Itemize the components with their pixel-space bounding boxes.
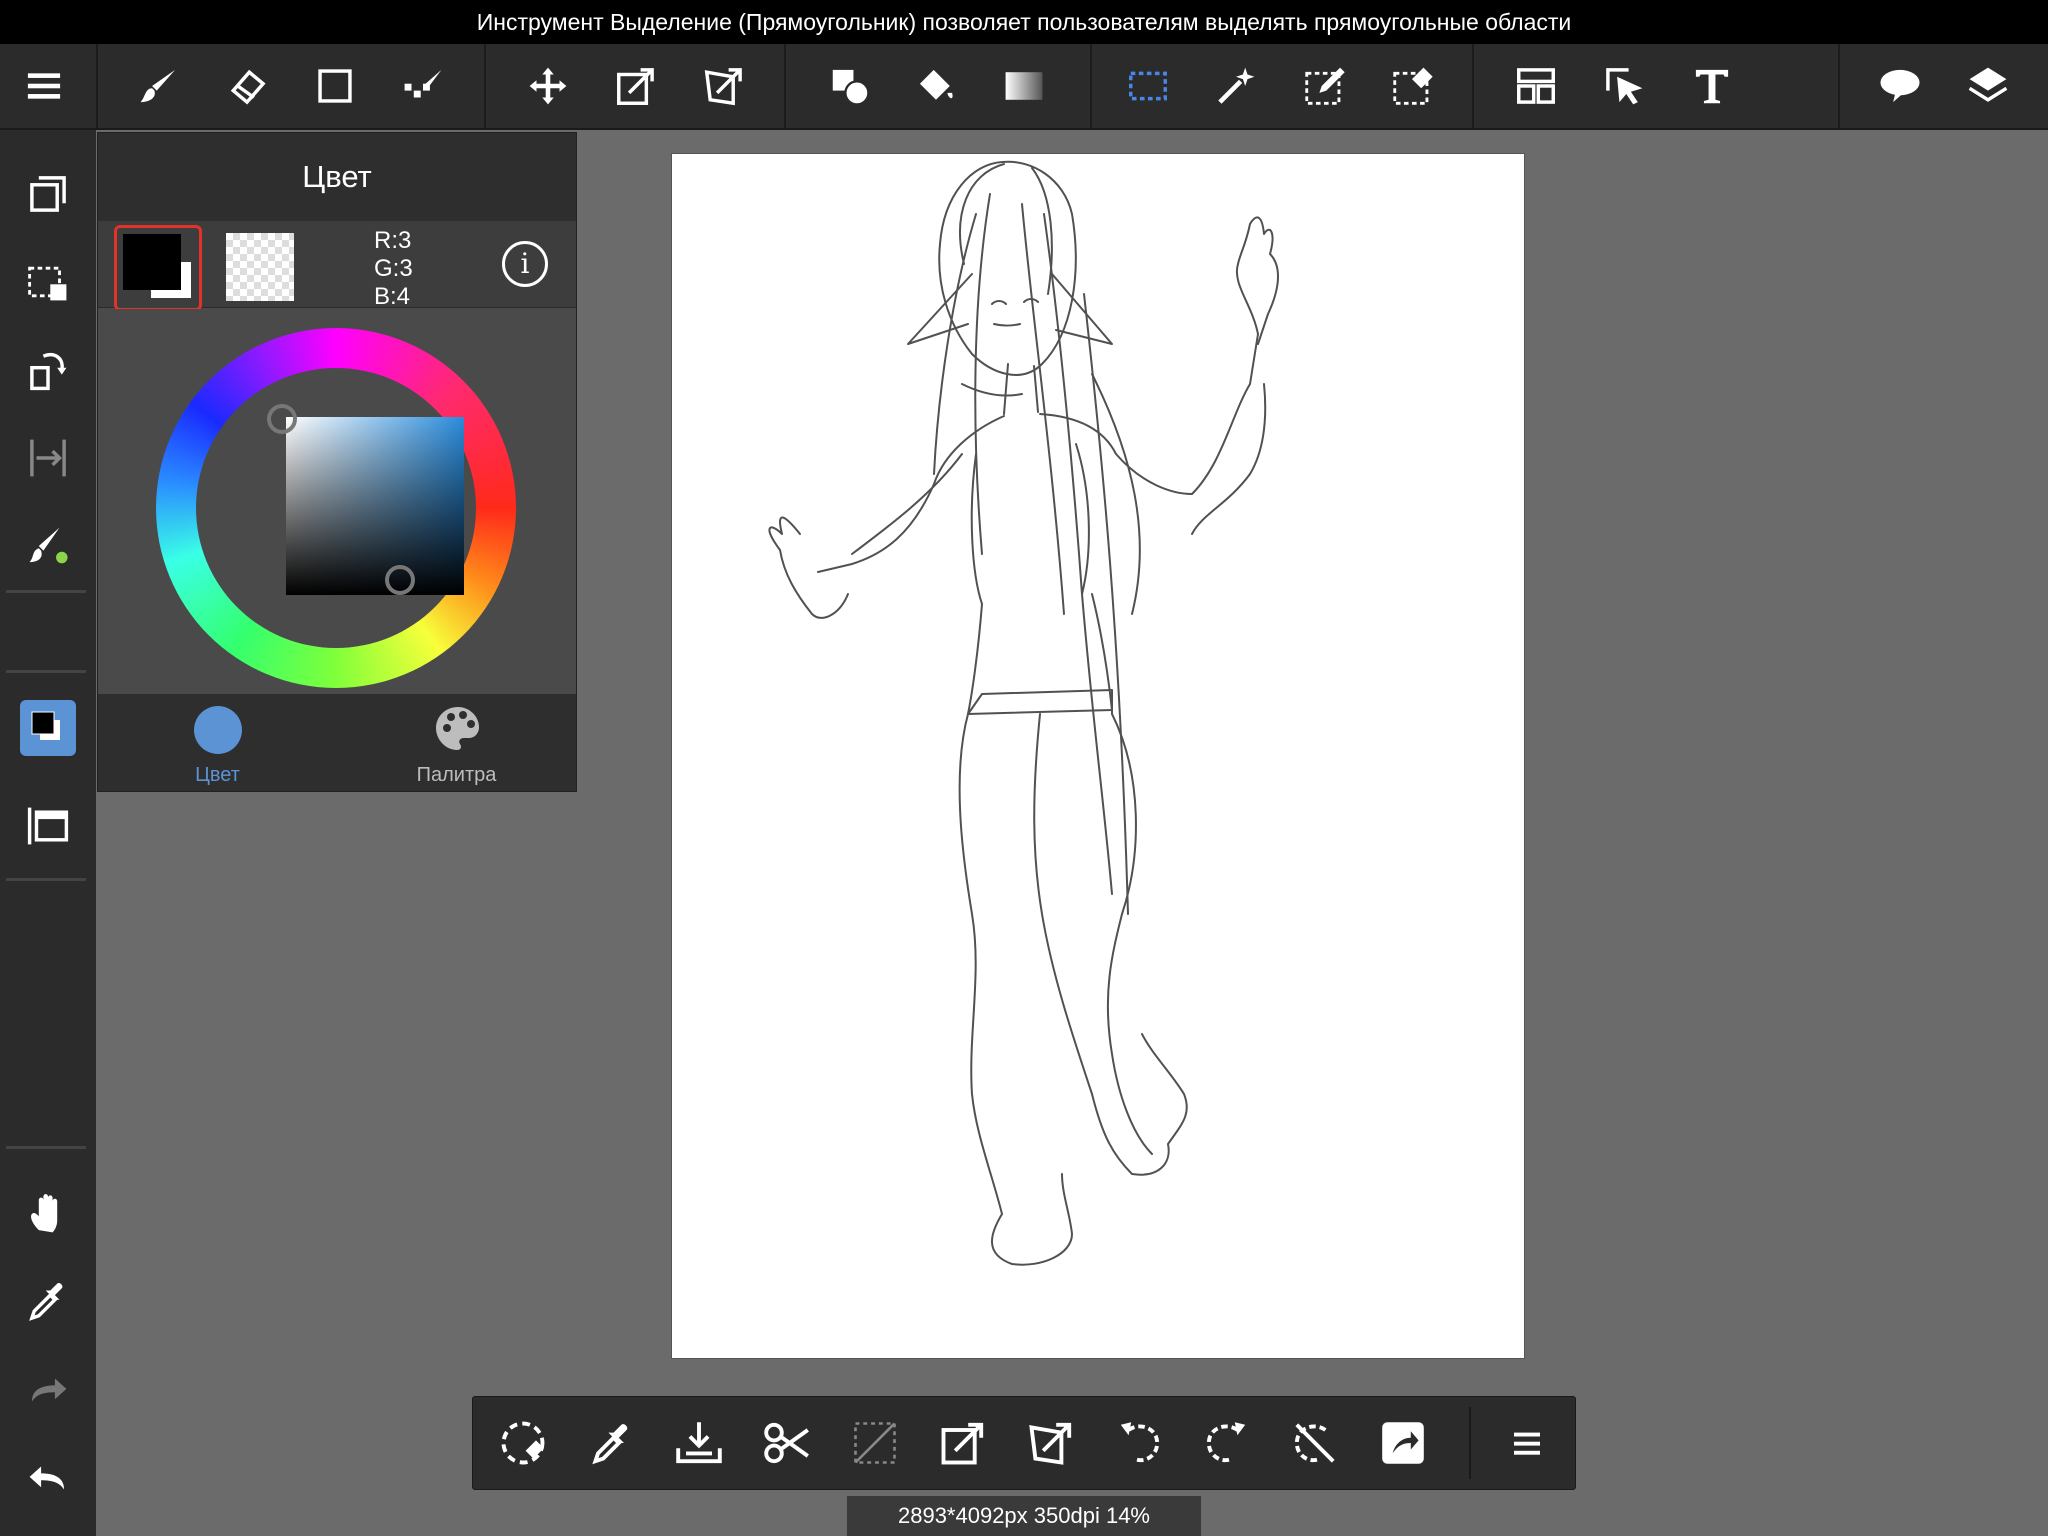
palette-icon xyxy=(436,707,479,750)
hand-icon[interactable] xyxy=(16,1182,80,1246)
layer-duplicate-icon[interactable] xyxy=(16,162,80,226)
tab-palette-label: Палитра xyxy=(416,764,497,786)
brush-settings-icon[interactable] xyxy=(16,514,80,578)
transform-icon[interactable] xyxy=(931,1411,995,1475)
ruler-icon[interactable] xyxy=(16,426,80,490)
color-swatches: R:3 G:3 B:4 i xyxy=(98,221,576,311)
left-sidebar xyxy=(0,130,96,1536)
brush-icon[interactable] xyxy=(127,54,191,118)
import-icon[interactable] xyxy=(667,1411,731,1475)
more-icon[interactable] xyxy=(1495,1411,1559,1475)
color-picker-area xyxy=(98,309,576,694)
menu-icon[interactable] xyxy=(12,54,76,118)
shape-icon[interactable] xyxy=(303,54,367,118)
color-swatch-button[interactable] xyxy=(20,700,76,756)
rgb-r: R:3 xyxy=(374,227,412,254)
undo-icon[interactable] xyxy=(16,1446,80,1510)
move-icon[interactable] xyxy=(516,54,580,118)
sketch-drawing xyxy=(768,160,1279,1266)
color-panel: Цвет R:3 G:3 B:4 i Цвет Палитра xyxy=(97,132,577,792)
no-rotate-icon[interactable] xyxy=(1283,1411,1347,1475)
value-knob[interactable] xyxy=(385,565,415,595)
operation-icon[interactable] xyxy=(1592,54,1656,118)
rotate-right-icon[interactable] xyxy=(1195,1411,1259,1475)
speech-bubble-icon[interactable] xyxy=(1868,54,1932,118)
panel-tabs: Цвет Палитра xyxy=(98,694,576,791)
frame-divider-icon[interactable] xyxy=(1504,54,1568,118)
eraser-icon[interactable] xyxy=(215,54,279,118)
saturation-value-square[interactable] xyxy=(286,417,464,595)
info-button[interactable]: i xyxy=(502,241,548,287)
fill-shape-icon[interactable] xyxy=(818,54,882,118)
layer-panel-icon[interactable] xyxy=(16,794,80,858)
tab-color-label: Цвет xyxy=(195,764,240,786)
tab-color[interactable]: Цвет xyxy=(98,694,337,791)
rgb-b: B:4 xyxy=(374,283,411,310)
deselect-icon[interactable] xyxy=(491,1411,555,1475)
text-icon[interactable] xyxy=(1680,54,1744,118)
eyedropper-icon[interactable] xyxy=(16,1270,80,1334)
hint-bar: Инструмент Выделение (Прямоугольник) поз… xyxy=(0,0,2048,44)
redo-icon[interactable] xyxy=(16,1358,80,1422)
gradient-icon[interactable] xyxy=(992,54,1056,118)
transform-icon[interactable] xyxy=(604,54,668,118)
eyedropper-icon[interactable] xyxy=(579,1411,643,1475)
drawing-canvas[interactable] xyxy=(672,154,1524,1358)
cut-icon[interactable] xyxy=(755,1411,819,1475)
select-pen-icon[interactable] xyxy=(1292,54,1356,118)
color-tab-icon xyxy=(194,706,242,754)
selection-layer-icon[interactable] xyxy=(16,250,80,314)
panel-title: Цвет xyxy=(98,133,576,221)
rotate-canvas-icon[interactable] xyxy=(16,338,80,402)
bucket-icon[interactable] xyxy=(904,54,968,118)
layers-icon[interactable] xyxy=(1956,54,2020,118)
free-transform-icon[interactable] xyxy=(692,54,756,118)
rgb-readout: R:3 G:3 B:4 xyxy=(374,227,413,311)
share-icon[interactable] xyxy=(1371,1411,1435,1475)
background-transparent-swatch[interactable] xyxy=(226,233,294,301)
dot-brush-icon[interactable] xyxy=(391,54,455,118)
select-eraser-icon[interactable] xyxy=(1380,54,1444,118)
selection-toolbar xyxy=(472,1396,1576,1490)
hue-knob[interactable] xyxy=(267,404,297,434)
rotate-left-icon[interactable] xyxy=(1107,1411,1171,1475)
main-toolbar xyxy=(0,44,2048,130)
clear-icon[interactable] xyxy=(843,1411,907,1475)
free-transform-icon[interactable] xyxy=(1019,1411,1083,1475)
magic-wand-icon[interactable] xyxy=(1204,54,1268,118)
rgb-g: G:3 xyxy=(374,255,413,282)
foreground-color-swatch[interactable] xyxy=(114,225,202,311)
canvas-status: 2893*4092px 350dpi 14% xyxy=(847,1496,1201,1536)
select-rect-icon[interactable] xyxy=(1116,54,1180,118)
tab-palette[interactable]: Палитра xyxy=(337,694,576,791)
